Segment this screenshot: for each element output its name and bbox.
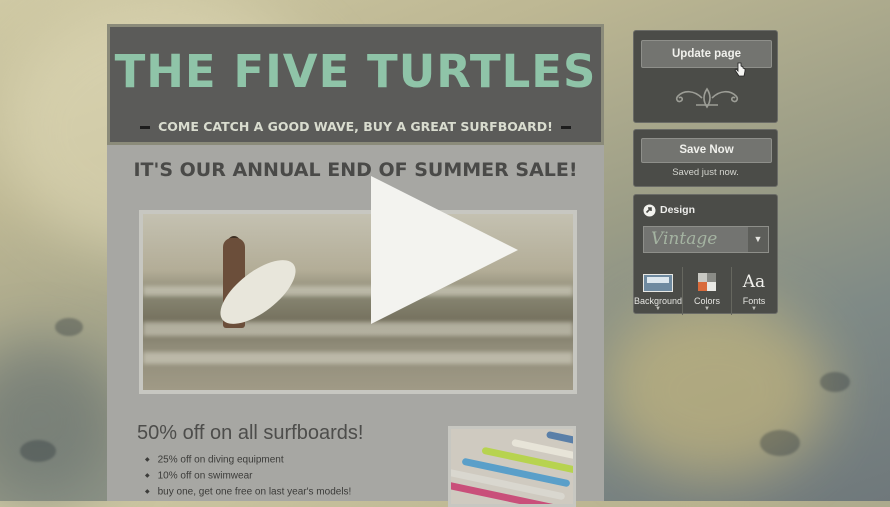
promo-heading: 50% off on all surfboards! <box>137 422 364 444</box>
chevron-down-icon[interactable]: ▼ <box>748 227 768 252</box>
update-page-button[interactable]: Update page <box>641 40 772 68</box>
site-header: THE FIVE TURTLES COME CATCH A GOOD WAVE,… <box>107 24 604 145</box>
ornament-icon <box>675 87 739 109</box>
background-tool[interactable]: Background ▼ <box>634 267 682 315</box>
promo-list: 25% off on diving equipment 10% off on s… <box>145 452 352 500</box>
website-preview: THE FIVE TURTLES COME CATCH A GOOD WAVE,… <box>107 24 604 507</box>
list-item: 25% off on diving equipment <box>145 452 351 468</box>
fonts-icon: Aa <box>742 272 766 292</box>
colors-tool[interactable]: Colors ▼ <box>682 267 732 315</box>
save-now-button[interactable]: Save Now <box>641 138 772 163</box>
design-panel: Design Vintage ▼ Background ▼ Colors ▼ A… <box>633 194 778 315</box>
caret-down-icon: ▼ <box>655 306 661 312</box>
play-icon[interactable] <box>371 176 518 324</box>
tagline-dash-right <box>560 126 571 129</box>
water-drop <box>760 430 800 456</box>
design-label: Design <box>660 204 696 216</box>
site-tagline: COME CATCH A GOOD WAVE, BUY A GREAT SURF… <box>110 119 601 134</box>
tagline-dash-left <box>140 126 151 129</box>
list-item: 10% off on swimwear <box>145 468 351 484</box>
site-title: THE FIVE TURTLES <box>114 45 597 98</box>
sale-heading: IT'S OUR ANNUAL END OF SUMMER SALE! <box>133 159 578 181</box>
water-drop <box>820 372 850 392</box>
water-drop <box>20 440 56 462</box>
background-shadow <box>0 340 120 500</box>
save-panel: Save Now Saved just now. <box>633 129 778 187</box>
background-icon <box>643 274 673 292</box>
update-panel: Update page <box>633 30 778 123</box>
background-light <box>600 300 830 480</box>
fonts-label: Fonts <box>742 296 766 306</box>
hand-cursor-icon <box>734 62 746 77</box>
theme-selected-value: Vintage <box>651 229 718 249</box>
colors-label: Colors <box>693 296 720 306</box>
fonts-tool[interactable]: Aa Fonts ▼ <box>730 267 778 315</box>
save-status: Saved just now. <box>672 167 739 178</box>
design-arrow-icon <box>643 204 656 217</box>
surfboards-photo <box>448 426 576 507</box>
colors-icon <box>698 273 716 291</box>
theme-select[interactable]: Vintage ▼ <box>643 226 769 253</box>
tagline-text: COME CATCH A GOOD WAVE, BUY A GREAT SURF… <box>158 119 553 134</box>
wave <box>143 322 573 336</box>
caret-down-icon: ▼ <box>704 306 710 312</box>
caret-down-icon: ▼ <box>751 306 757 312</box>
background-label: Background <box>634 296 683 306</box>
water-drop <box>55 318 83 336</box>
wave <box>143 352 573 364</box>
list-item: buy one, get one free on last year's mod… <box>145 484 352 500</box>
